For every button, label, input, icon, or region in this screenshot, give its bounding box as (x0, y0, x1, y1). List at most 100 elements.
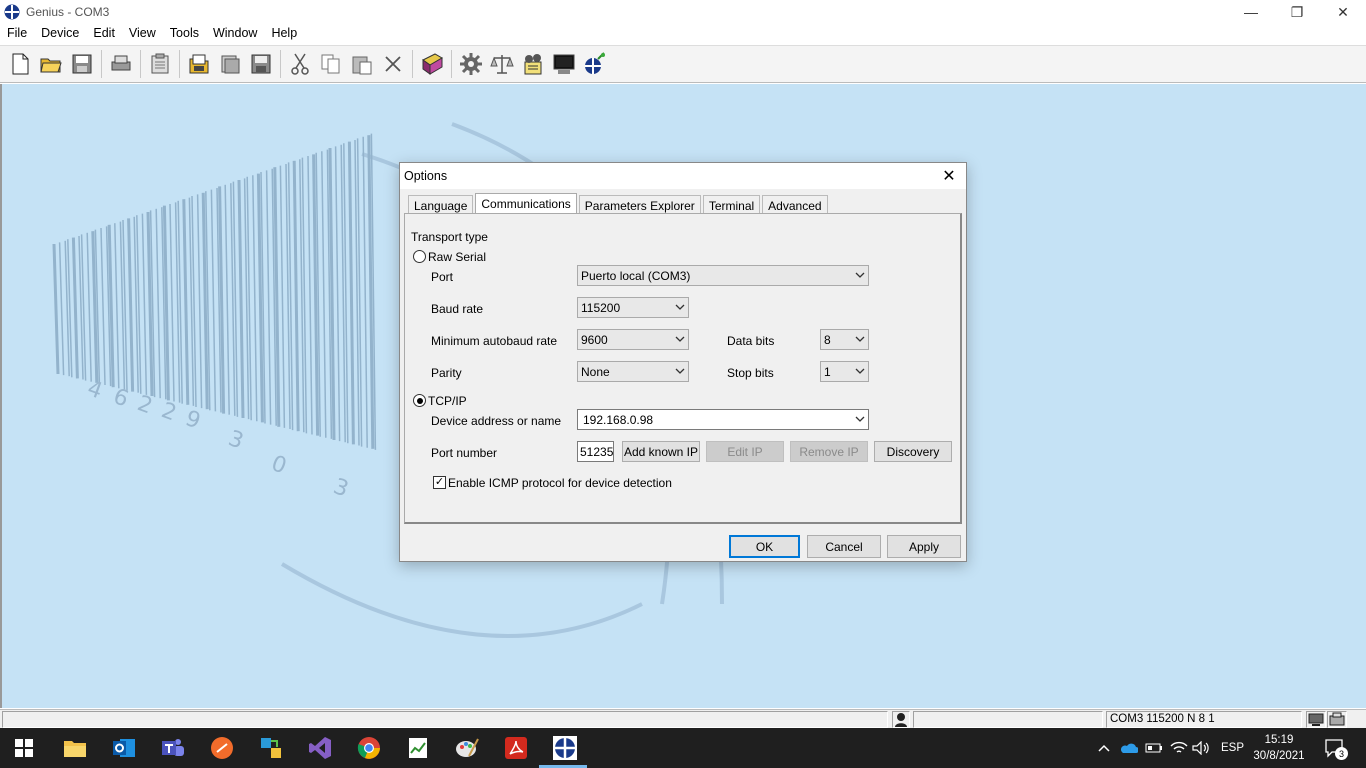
battery-icon[interactable] (1145, 728, 1163, 768)
svg-text:0: 0 (268, 451, 290, 479)
clock[interactable]: 15:19 30/8/2021 (1251, 732, 1307, 764)
communications-panel: Transport type Raw Serial Port Puerto lo… (404, 213, 962, 524)
toolbar-separator (451, 50, 452, 78)
maximize-button[interactable]: ❐ (1274, 0, 1320, 24)
edit-ip-button[interactable]: Edit IP (706, 441, 784, 462)
delete-icon[interactable] (379, 50, 407, 78)
open-folder-icon[interactable] (37, 50, 65, 78)
add-known-ip-button[interactable]: Add known IP (622, 441, 700, 462)
svg-text:9: 9 (182, 406, 204, 434)
svg-text:2: 2 (134, 391, 156, 419)
settings-gears-icon[interactable] (519, 50, 547, 78)
ide-icon[interactable] (259, 736, 283, 760)
open-device-icon[interactable] (185, 50, 213, 78)
tray-chevron-icon[interactable] (1097, 728, 1111, 768)
discovery-button[interactable]: Discovery (874, 441, 952, 462)
save-icon[interactable] (68, 50, 96, 78)
menu-device[interactable]: Device (34, 26, 86, 40)
menu-help[interactable]: Help (264, 26, 304, 40)
teams-icon[interactable] (161, 736, 185, 760)
outlook-icon[interactable] (112, 736, 136, 760)
menu-bar: File Device Edit View Tools Window Help (0, 23, 1366, 43)
properties-icon[interactable] (146, 50, 174, 78)
baud-rate-value: 115200 (581, 301, 621, 315)
language-indicator[interactable]: ESP (1221, 728, 1244, 768)
wifi-icon[interactable] (1170, 728, 1188, 768)
stop-bits-select[interactable]: 1 (820, 361, 869, 382)
close-button[interactable]: ✕ (1320, 0, 1366, 24)
new-file-icon[interactable] (6, 50, 34, 78)
clock-date: 30/8/2021 (1253, 750, 1305, 762)
notepad-icon[interactable] (406, 736, 430, 760)
save-device-icon[interactable] (247, 50, 275, 78)
port-value: Puerto local (COM3) (581, 269, 691, 283)
port-select[interactable]: Puerto local (COM3) (577, 265, 869, 286)
copy-document-icon[interactable] (216, 50, 244, 78)
status-pane (913, 711, 1103, 728)
cut-icon[interactable] (286, 50, 314, 78)
acrobat-icon[interactable] (504, 736, 528, 760)
onedrive-icon[interactable] (1120, 728, 1138, 768)
status-bar: COM3 115200 N 8 1 (0, 709, 1366, 728)
port-number-label: Port number (431, 446, 498, 460)
genius-icon[interactable] (553, 736, 577, 760)
svg-text:3: 3 (225, 426, 247, 454)
tcpip-label[interactable]: TCP/IP (428, 394, 467, 408)
device-address-select[interactable]: 192.168.0.98 (577, 409, 869, 430)
connection-status: COM3 115200 N 8 1 (1106, 711, 1302, 728)
stop-bits-label: Stop bits (727, 366, 774, 380)
computer-status-icon[interactable] (1306, 711, 1326, 728)
cancel-button[interactable]: Cancel (807, 535, 881, 558)
dialog-close-icon[interactable]: ✕ (938, 165, 960, 187)
terminal-icon[interactable] (550, 50, 578, 78)
device-status-icon[interactable] (1327, 711, 1347, 728)
raw-serial-label[interactable]: Raw Serial (428, 250, 486, 264)
windows-start-icon[interactable] (12, 736, 36, 760)
menu-view[interactable]: View (122, 26, 163, 40)
connect-icon[interactable] (581, 50, 609, 78)
minimize-button[interactable]: — (1228, 0, 1274, 24)
baud-rate-select[interactable]: 115200 (577, 297, 689, 318)
options-dialog: Options ✕ Language Communications Parame… (399, 162, 967, 562)
paint-icon[interactable] (455, 736, 479, 760)
paste-icon[interactable] (348, 50, 376, 78)
chrome-icon[interactable] (357, 736, 381, 760)
svg-text:2: 2 (158, 398, 180, 426)
raw-serial-radio[interactable] (413, 250, 426, 263)
apply-button[interactable]: Apply (887, 535, 961, 558)
book-icon[interactable] (418, 50, 446, 78)
menu-tools[interactable]: Tools (163, 26, 206, 40)
gear-icon[interactable] (457, 50, 485, 78)
menu-edit[interactable]: Edit (86, 26, 122, 40)
notifications-icon[interactable]: 3 (1324, 728, 1348, 768)
menu-file[interactable]: File (0, 26, 34, 40)
windows-taskbar: ESP 15:19 30/8/2021 3 (0, 728, 1366, 768)
device-address-label: Device address or name (431, 414, 562, 428)
copy-icon[interactable] (317, 50, 345, 78)
toolbar-separator (140, 50, 141, 78)
file-explorer-icon[interactable] (63, 736, 87, 760)
menu-window[interactable]: Window (206, 26, 264, 40)
data-bits-select[interactable]: 8 (820, 329, 869, 350)
svg-text:4: 4 (84, 376, 106, 404)
print-icon[interactable] (107, 50, 135, 78)
min-autobaud-label: Minimum autobaud rate (431, 334, 558, 348)
visual-studio-icon[interactable] (308, 736, 332, 760)
icmp-checkbox[interactable]: ✓ (433, 476, 446, 489)
port-number-input[interactable]: 51235 (577, 441, 614, 462)
chevron-down-icon (855, 416, 865, 422)
parity-select[interactable]: None (577, 361, 689, 382)
chevron-down-icon (675, 304, 685, 310)
remove-ip-button[interactable]: Remove IP (790, 441, 868, 462)
tcpip-radio[interactable] (413, 394, 426, 407)
title-bar: Genius - COM3 — ❐ ✕ (0, 0, 1366, 24)
volume-icon[interactable] (1192, 728, 1210, 768)
user-status-icon[interactable] (892, 711, 910, 728)
toolbar-separator (412, 50, 413, 78)
min-autobaud-select[interactable]: 9600 (577, 329, 689, 350)
parity-label: Parity (431, 366, 462, 380)
ok-button[interactable]: OK (729, 535, 800, 558)
scale-icon[interactable] (488, 50, 516, 78)
icmp-label[interactable]: Enable ICMP protocol for device detectio… (448, 476, 672, 490)
sublime-icon[interactable] (210, 736, 234, 760)
